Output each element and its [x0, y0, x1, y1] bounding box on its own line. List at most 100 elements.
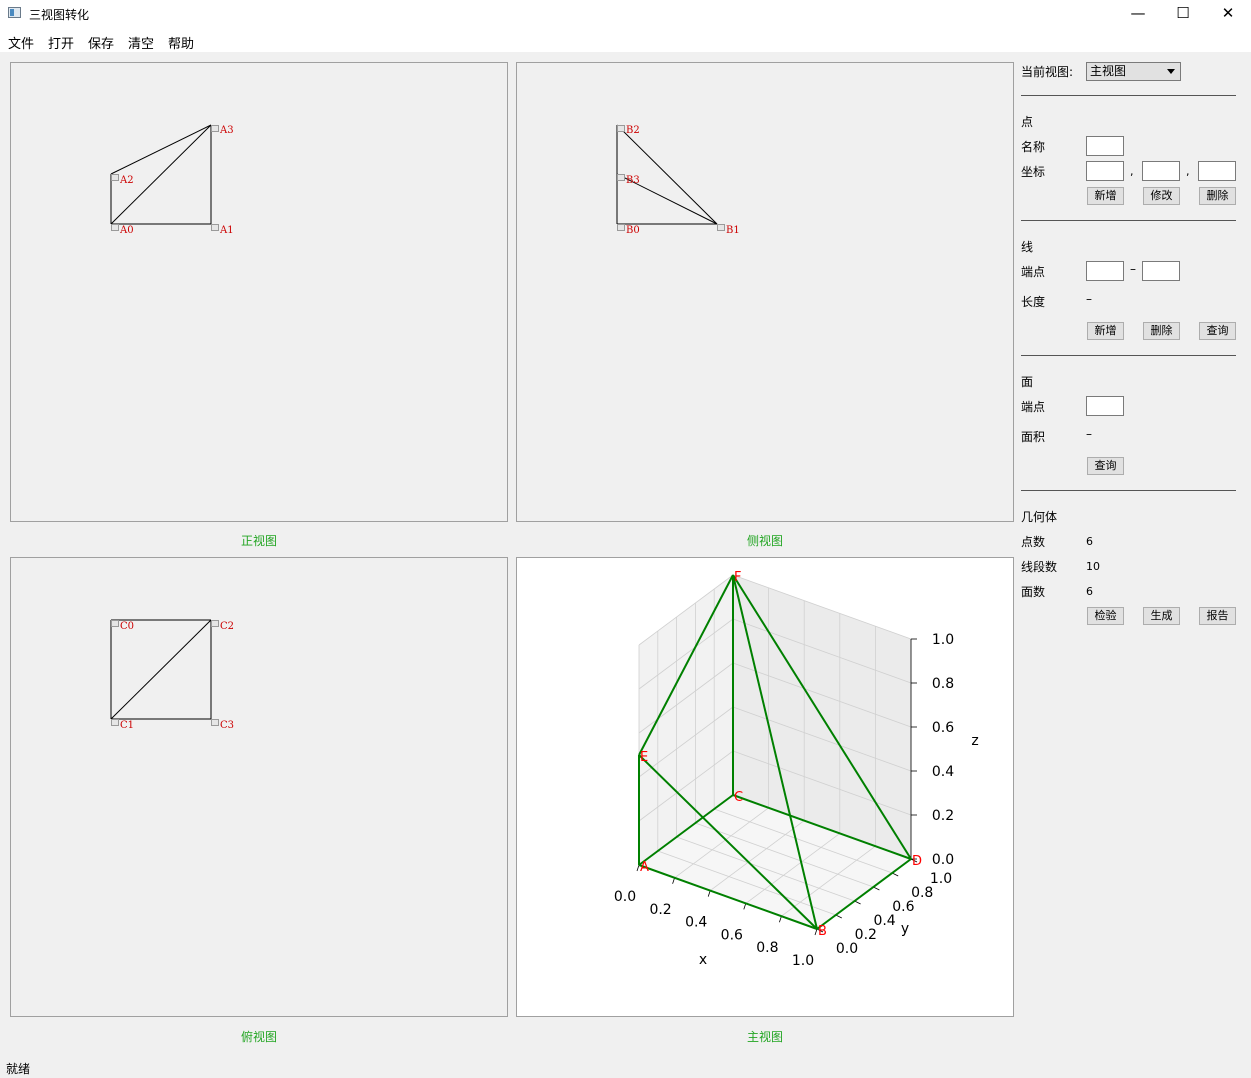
- x-tick-label: 0.8: [756, 940, 778, 956]
- front-view-canvas[interactable]: A0 A1 A2 A3: [10, 62, 508, 522]
- maximize-icon: ☐: [1176, 4, 1190, 22]
- close-button[interactable]: ✕: [1205, 0, 1251, 28]
- vertex-label-a0: A0: [119, 225, 134, 236]
- face-points-input[interactable]: [1086, 396, 1124, 416]
- z-tick-label: 0.2: [932, 808, 954, 824]
- point-label-f: F: [734, 570, 741, 585]
- vertex-handle-b0: [617, 224, 625, 231]
- divider: [1021, 95, 1236, 96]
- solid-report-button[interactable]: 报告: [1199, 607, 1236, 625]
- z-axis-label: z: [971, 733, 978, 749]
- property-panel: 当前视图: 主视图 点 名称 坐标 , , 新增 修改 删除 线 端点 – 长度…: [1016, 52, 1251, 1052]
- vertex-handle-a0: [111, 224, 119, 231]
- z-tick-label: 0.6: [932, 720, 954, 736]
- solid-generate-button[interactable]: 生成: [1143, 607, 1180, 625]
- vertex-handle-c0: [111, 620, 119, 627]
- menu-open[interactable]: 打开: [48, 33, 74, 52]
- z-tick-label: 0.8: [932, 676, 954, 692]
- line-end-input[interactable]: [1142, 261, 1180, 281]
- main-view-canvas[interactable]: 0.0 0.0 0.0 0.2 0.2 0.2 0.4 0.4 0.4 0.6 0.6 0.6 0.8 0…: [516, 557, 1014, 1017]
- vertex-label-a1: A1: [219, 225, 234, 236]
- edge-c1-c2: [110, 619, 212, 720]
- app-window-icon: [8, 7, 21, 18]
- divider: [1021, 220, 1236, 221]
- edge-a2-a3: [110, 124, 212, 175]
- vertex-label-b2: B2: [626, 125, 640, 136]
- face-area-label: 面积: [1021, 430, 1046, 444]
- x-tick: [814, 928, 818, 936]
- x-tick-label: 0.4: [685, 915, 707, 931]
- menu-help[interactable]: 帮助: [168, 33, 194, 52]
- x-tick-label: 0.2: [649, 902, 671, 918]
- point-name-input[interactable]: [1086, 136, 1124, 156]
- side-view-drawing: B0 B1 B2 B3: [616, 124, 740, 236]
- line-delete-button[interactable]: 删除: [1143, 322, 1180, 340]
- top-view-caption: 俯视图: [240, 1030, 277, 1044]
- point-coord-label: 坐标: [1021, 165, 1046, 179]
- solid-segments-value: 10: [1086, 560, 1100, 573]
- status-bar: 就绪: [0, 1056, 1251, 1078]
- solid-faces-value: 6: [1086, 585, 1093, 598]
- line-query-button[interactable]: 查询: [1199, 322, 1236, 340]
- front-view-drawing: A0 A1 A2 A3: [110, 124, 234, 236]
- main-view-3d-plot: 0.00.00.00.20.20.20.4 0.40.40.60.60.60.80…: [614, 570, 979, 969]
- menu-save[interactable]: 保存: [88, 33, 114, 52]
- line-length-value: –: [1086, 292, 1092, 306]
- face-query-button[interactable]: 查询: [1087, 457, 1124, 475]
- vertex-handle-b3: [617, 174, 625, 181]
- point-label-a: A: [640, 860, 649, 875]
- point-y-input[interactable]: [1142, 161, 1180, 181]
- maximize-button[interactable]: ☐: [1160, 0, 1206, 28]
- line-start-input[interactable]: [1086, 261, 1124, 281]
- divider: [1021, 355, 1236, 356]
- dropdown-arrow-icon: [1167, 69, 1175, 74]
- current-view-value: 主视图: [1090, 64, 1127, 78]
- current-view-select[interactable]: 主视图: [1086, 62, 1181, 81]
- solid-segments-label: 线段数: [1021, 560, 1058, 574]
- point-label-e: E: [640, 750, 648, 765]
- top-view-canvas[interactable]: C0 C1 C2 C3: [10, 557, 508, 1017]
- title-bar: 三视图转化 — ☐ ✕: [0, 0, 1251, 28]
- minimize-icon: —: [1130, 4, 1146, 22]
- vertex-label-c3: C3: [220, 720, 234, 731]
- vertex-label-a3: A3: [219, 125, 234, 136]
- minimize-button[interactable]: —: [1115, 0, 1161, 28]
- point-z-input[interactable]: [1198, 161, 1236, 181]
- x-tick-label: 0.6: [721, 927, 743, 943]
- solid-points-value: 6: [1086, 535, 1093, 548]
- y-axis-label: y: [901, 921, 909, 937]
- vertex-label-c0: C0: [120, 621, 134, 632]
- y-tick-label: 0.6: [892, 899, 914, 915]
- point-x-input[interactable]: [1086, 161, 1124, 181]
- point-delete-button[interactable]: 删除: [1199, 187, 1236, 205]
- line-add-button[interactable]: 新增: [1087, 322, 1124, 340]
- menu-file[interactable]: 文件: [8, 33, 34, 52]
- front-view-caption: 正视图: [240, 534, 277, 548]
- vertex-handle-a1: [211, 224, 219, 231]
- vertex-handle-c3: [211, 719, 219, 726]
- point-edit-button[interactable]: 修改: [1143, 187, 1180, 205]
- vertex-label-c1: C1: [120, 720, 134, 731]
- point-label-b: B: [818, 924, 827, 939]
- coord-separator: ,: [1186, 165, 1190, 178]
- x-tick-label: 0.0: [614, 889, 636, 905]
- menu-clear[interactable]: 清空: [128, 33, 154, 52]
- vertex-label-b1: B1: [726, 225, 740, 236]
- vertex-handle-b2: [617, 125, 625, 132]
- vertex-label-b3: B3: [626, 175, 640, 186]
- line-length-label: 长度: [1021, 295, 1046, 309]
- side-view-canvas[interactable]: B0 B1 B2 B3: [516, 62, 1014, 522]
- z-tick-label: 1.0: [932, 632, 954, 648]
- solid-check-button[interactable]: 检验: [1087, 607, 1124, 625]
- vertex-handle-a3: [211, 125, 219, 132]
- point-add-button[interactable]: 新增: [1087, 187, 1124, 205]
- y-tick-label: 0.2: [855, 927, 877, 943]
- solid-points-label: 点数: [1021, 535, 1046, 549]
- vertex-handle-c2: [211, 620, 219, 627]
- close-icon: ✕: [1221, 4, 1235, 22]
- window-title: 三视图转化: [29, 8, 90, 22]
- status-text: 就绪: [6, 1062, 31, 1076]
- top-view-drawing: C0 C1 C2 C3: [110, 619, 234, 731]
- line-section-title: 线: [1021, 240, 1034, 254]
- point-label-c: C: [734, 790, 743, 805]
